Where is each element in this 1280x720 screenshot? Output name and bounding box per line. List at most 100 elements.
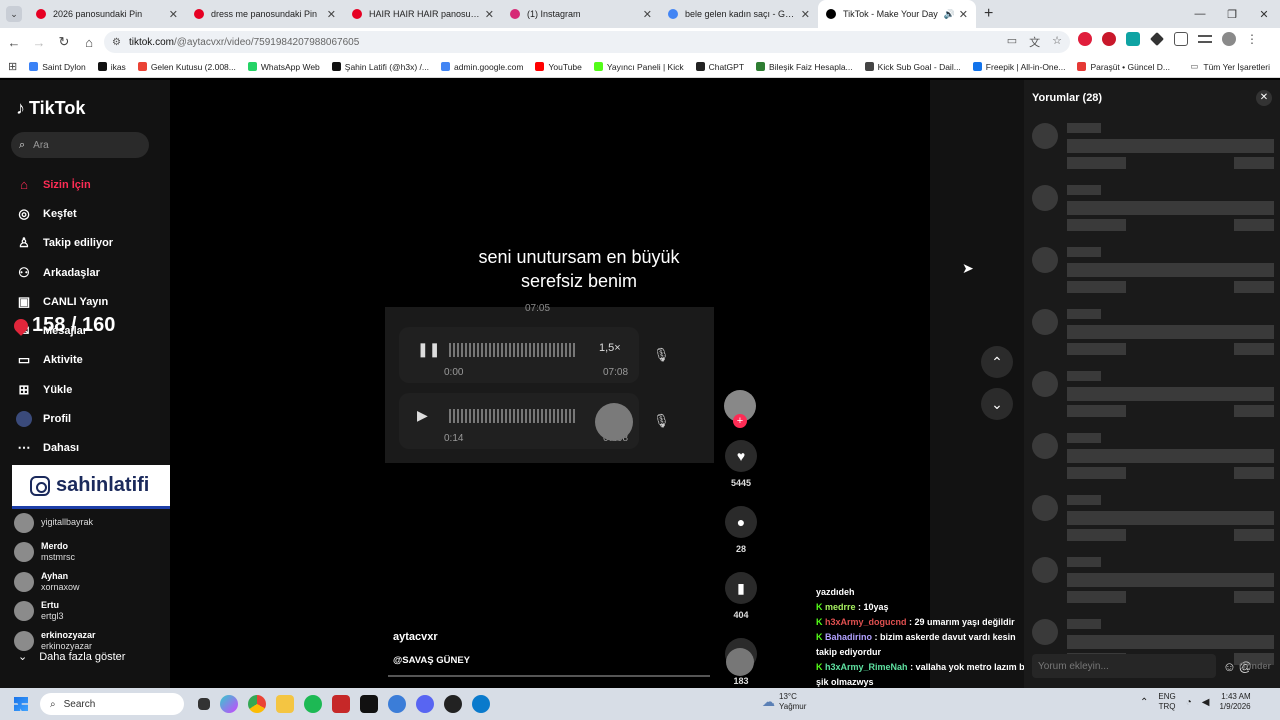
tab-close-icon[interactable]: ✕ xyxy=(801,8,810,21)
network-app-icon[interactable] xyxy=(388,695,406,713)
language-indicator[interactable]: ENG TRQ xyxy=(1158,692,1175,712)
tray-chevron-icon[interactable]: ⌃ xyxy=(1140,697,1148,708)
comment-input[interactable]: Yorum ekleyin... @ ☺ xyxy=(1032,654,1252,678)
send-button[interactable]: Gönder xyxy=(1239,661,1271,671)
tab-close-icon[interactable]: ✕ xyxy=(959,8,968,21)
following-account[interactable]: Merdo mstmrsc xyxy=(14,538,96,568)
browser-tab[interactable]: dress me panosundaki Pin ✕ xyxy=(186,0,344,28)
sidebar-item-activity[interactable]: ▭ Aktivite xyxy=(16,346,113,375)
bookmark-star-icon[interactable]: ☆ xyxy=(1052,34,1062,50)
back-button[interactable]: ← xyxy=(3,35,25,50)
speaker-icon[interactable]: 🔊 xyxy=(944,9,955,20)
bookmark-item[interactable]: Yayıncı Paneli | Kick xyxy=(593,62,684,72)
music-disc-icon[interactable] xyxy=(726,648,754,676)
profile-avatar-icon[interactable] xyxy=(1222,32,1236,46)
spotify-icon[interactable] xyxy=(304,695,322,713)
bookmark-item[interactable]: ikas xyxy=(97,62,126,72)
windows-start-icon[interactable] xyxy=(14,697,28,711)
show-more-button[interactable]: ⌄ Daha fazla göster xyxy=(18,650,125,664)
wifi-icon[interactable]: ◔ xyxy=(1186,697,1192,708)
previous-video-button[interactable]: ⌃ xyxy=(981,346,1013,378)
cast-icon[interactable]: ▭ xyxy=(1007,34,1017,50)
translate-icon[interactable]: 文 xyxy=(1029,34,1040,50)
bookmark-item[interactable]: Saint Dylon xyxy=(29,62,86,72)
video-author[interactable]: aytacvxr xyxy=(393,631,438,643)
close-icon[interactable]: ✕ xyxy=(1256,90,1272,106)
browser-tab[interactable]: (1) Instagram ✕ xyxy=(502,0,660,28)
browser-tab[interactable]: TikTok - Make Your Day 🔊 ✕ xyxy=(818,0,976,28)
sidebar-item-profile[interactable]: Profil xyxy=(16,404,113,433)
extensions-puzzle-icon[interactable] xyxy=(1174,32,1188,46)
reload-button[interactable]: ↻ xyxy=(53,34,75,50)
browser-tab[interactable]: HAIR HAIR HAIR panosundaki Pin ✕ xyxy=(344,0,502,28)
tab-close-icon[interactable]: ✕ xyxy=(485,8,494,21)
new-tab-button[interactable]: + xyxy=(984,5,993,23)
sidebar-item-more[interactable]: ⋯ Dahası xyxy=(16,434,113,463)
clock[interactable]: 1:43 AM 1/9/2026 xyxy=(1219,692,1250,712)
taskbar-search[interactable]: ⌕ Search xyxy=(40,693,184,715)
tab-close-icon[interactable]: ✕ xyxy=(643,8,652,21)
video-music[interactable]: @SAVAŞ GÜNEY xyxy=(393,655,470,666)
like-action[interactable]: ♥ 5445 xyxy=(724,440,758,488)
home-button[interactable]: ⌂ xyxy=(78,35,100,50)
all-bookmarks[interactable]: ▭ Tüm Yer İşaretleri xyxy=(1190,61,1270,72)
file-explorer-icon[interactable] xyxy=(276,695,294,713)
chrome-icon[interactable] xyxy=(248,695,266,713)
restore-button[interactable]: ❐ xyxy=(1216,0,1248,28)
follow-plus-icon[interactable]: + xyxy=(733,414,747,428)
save-action[interactable]: ▮ 404 xyxy=(724,572,758,620)
bookmark-item[interactable]: admin.google.com xyxy=(441,62,523,72)
browser-tab[interactable]: bele gelen kadın saçı - Google'da Ara ✕ xyxy=(660,0,818,28)
next-video-button[interactable]: ⌄ xyxy=(981,388,1013,420)
bookmark-item[interactable]: YouTube xyxy=(535,62,582,72)
sidebar-item-home[interactable]: ⌂ Sizin İçin xyxy=(16,170,113,199)
tab-close-icon[interactable]: ✕ xyxy=(169,8,178,21)
following-account[interactable]: Ertu ertgl3 xyxy=(14,597,96,627)
extension-red2-icon[interactable] xyxy=(1102,32,1116,46)
capcut-icon[interactable] xyxy=(360,695,378,713)
bookmark-item[interactable]: Paraşüt • Güncel D... xyxy=(1077,62,1170,72)
comment-action[interactable]: ● 28 xyxy=(724,506,758,554)
search-input[interactable]: ⌕ Ara xyxy=(11,132,149,158)
sidebar-item-compass[interactable]: ◎ Keşfet xyxy=(16,199,113,228)
extension-teal-icon[interactable] xyxy=(1126,32,1140,46)
site-info-icon[interactable]: ⚙ xyxy=(112,37,121,48)
volume-icon[interactable]: ◀ xyxy=(1202,697,1210,708)
bookmark-item[interactable]: Gelen Kutusu (2.008... xyxy=(137,62,236,72)
creator-avatar[interactable]: + xyxy=(724,390,756,428)
weather-widget[interactable]: ☁ 13°C Yağmur xyxy=(762,692,806,712)
obs-icon[interactable] xyxy=(444,695,462,713)
url-bar[interactable]: ⚙ tiktok.com /@aytacvxr/video/7591984207… xyxy=(104,31,1070,53)
kebab-menu-icon[interactable]: ⋮ xyxy=(1246,32,1258,46)
extension-diamond-icon[interactable] xyxy=(1150,32,1164,46)
tab-menu-icon[interactable] xyxy=(1198,35,1212,43)
sidebar-item-upload[interactable]: ⊞ Yükle xyxy=(16,375,113,404)
tab-search-button[interactable]: ⌄ xyxy=(6,6,22,22)
browser-tab[interactable]: 2026 panosundaki Pin ✕ xyxy=(28,0,186,28)
close-window-button[interactable]: ✕ xyxy=(1248,0,1280,28)
minimize-button[interactable]: — xyxy=(1184,0,1216,28)
vscode-icon[interactable] xyxy=(472,695,490,713)
discord-icon[interactable] xyxy=(416,695,434,713)
tiktok-logo[interactable]: ♪ TikTok xyxy=(16,98,85,119)
forward-button[interactable]: → xyxy=(28,35,50,50)
bookmark-item[interactable]: Kick Sub Goal - Dail... xyxy=(864,62,961,72)
video-progress-bar[interactable] xyxy=(388,675,710,677)
sidebar-item-person[interactable]: ♙ Takip ediliyor xyxy=(16,229,113,258)
bookmark-item[interactable]: Şahin Latifi (@h3x) /... xyxy=(331,62,429,72)
sidebar-item-live[interactable]: ▣ CANLI Yayın xyxy=(16,287,113,316)
following-account[interactable]: yigitallbayrak xyxy=(14,508,96,538)
copilot-icon[interactable] xyxy=(220,695,238,713)
following-account[interactable]: Ayhan xornaxow xyxy=(14,567,96,597)
extension-red-icon[interactable] xyxy=(1078,32,1092,46)
bookmark-item[interactable]: Bileşik Faiz Hesapla... xyxy=(756,62,853,72)
bookmark-item[interactable]: WhatsApp Web xyxy=(247,62,320,72)
tab-close-icon[interactable]: ✕ xyxy=(327,8,336,21)
bookmark-item[interactable]: ChatGPT xyxy=(695,62,744,72)
bookmark-item[interactable]: Freepik | All-in-One... xyxy=(972,62,1065,72)
emoji-icon[interactable]: ☺ xyxy=(1223,659,1236,674)
sidebar-item-friends[interactable]: ⚇ Arkadaşlar xyxy=(16,258,113,287)
apps-grid-icon[interactable]: ⊞ xyxy=(8,60,17,73)
app-red-icon[interactable] xyxy=(332,695,350,713)
task-view-icon[interactable] xyxy=(198,698,210,710)
